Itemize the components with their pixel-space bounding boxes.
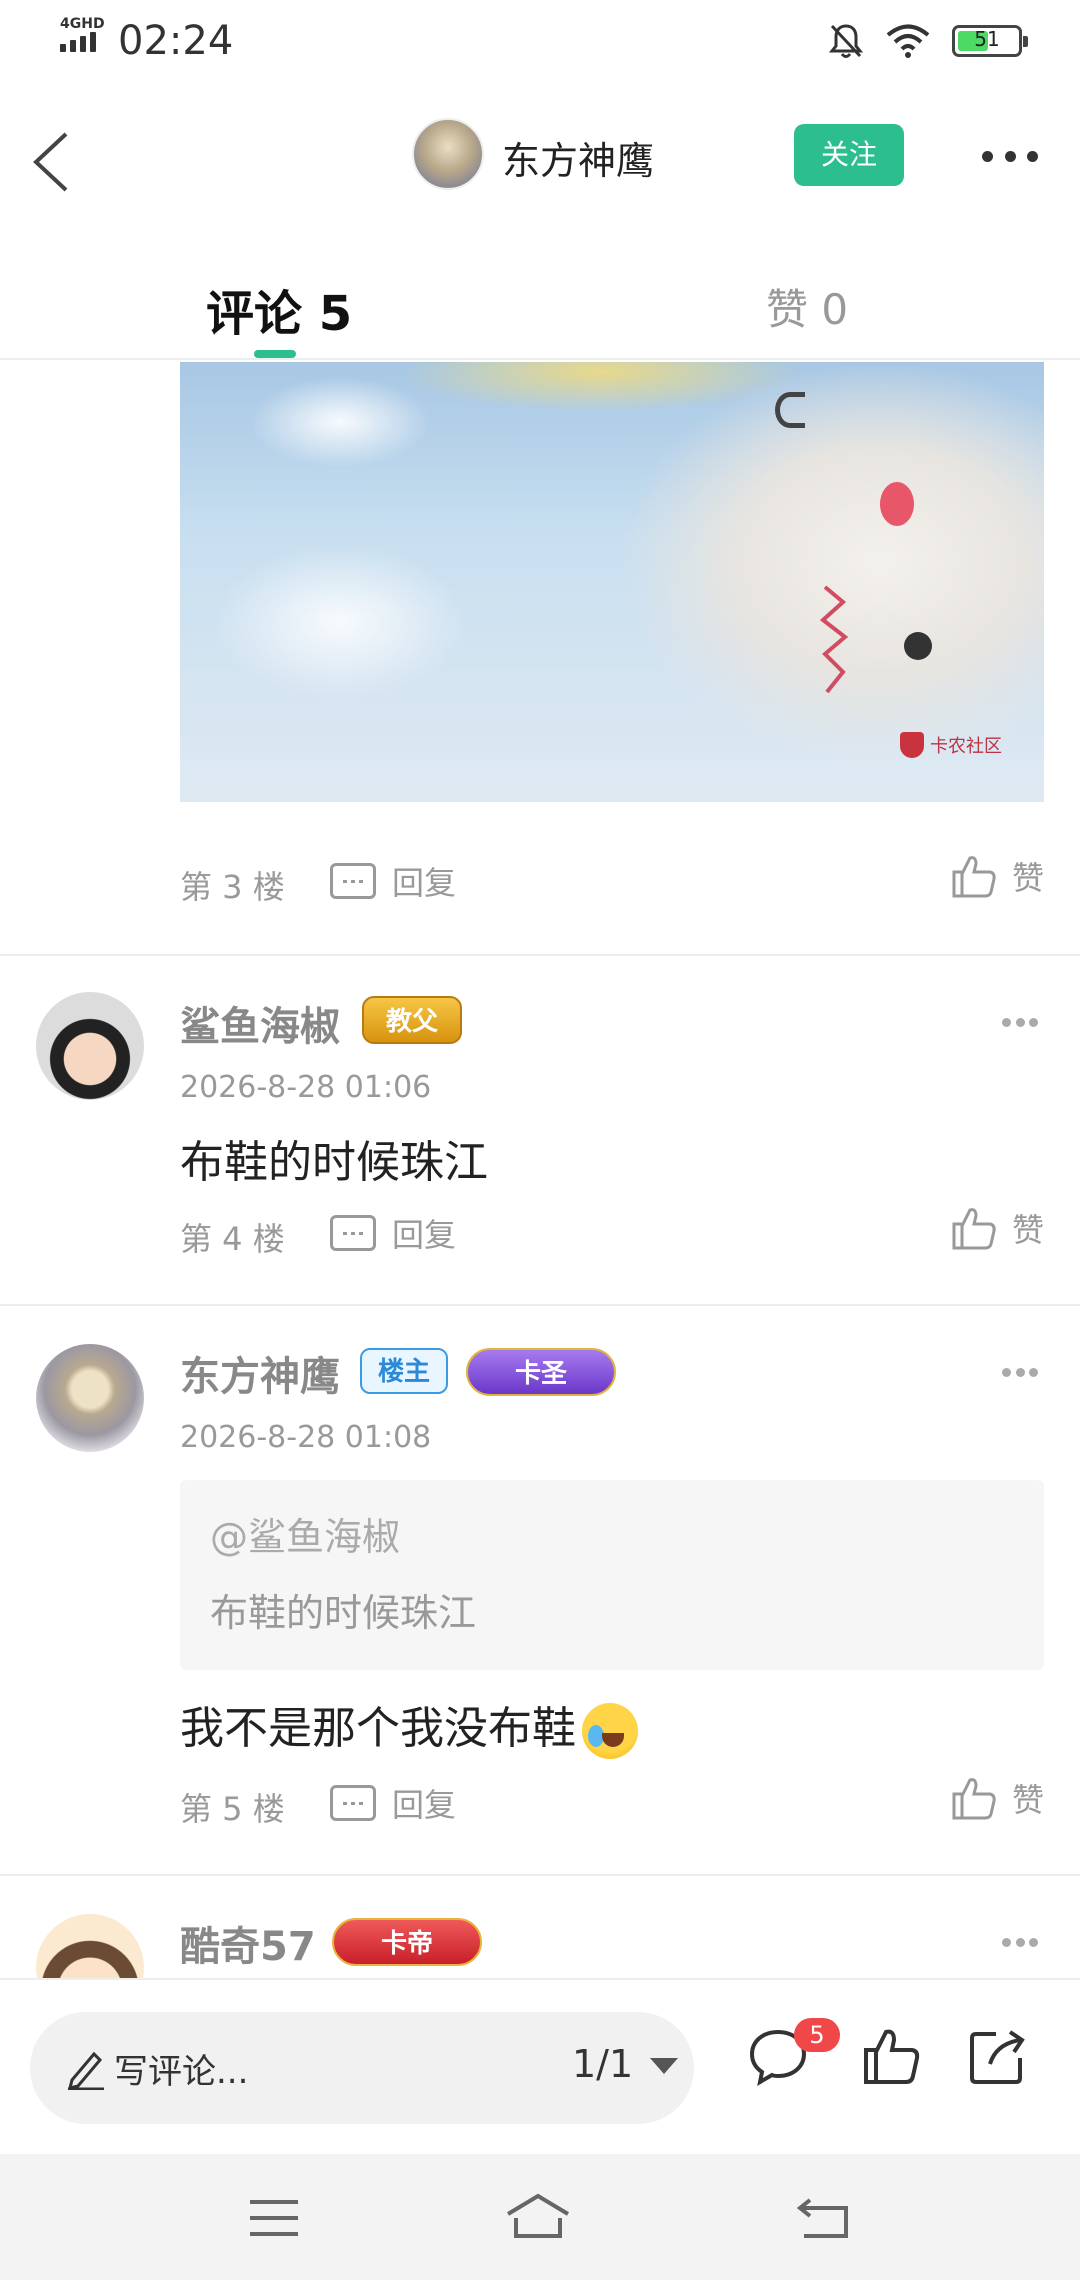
more-icon[interactable]	[982, 146, 1038, 166]
comment-text-row: 我不是那个我没布鞋	[180, 1692, 638, 1759]
avatar[interactable]	[36, 1344, 144, 1452]
comment-feed: 卡农社区 第 3 楼 回复 赞 鲨鱼海椒 教父 2026-8-28 01:06 …	[0, 362, 1080, 1978]
status-icons: 51	[828, 22, 1028, 60]
input-placeholder: 写评论...	[114, 2052, 249, 2092]
mute-icon	[828, 24, 864, 58]
divider	[0, 1304, 1080, 1306]
like-button[interactable]: 赞	[950, 852, 1044, 900]
thumbs-up-icon[interactable]	[860, 2024, 924, 2088]
share-icon[interactable]	[966, 2024, 1030, 2088]
watermark-logo-icon	[900, 732, 924, 758]
comment-image[interactable]: 卡农社区	[180, 362, 1044, 802]
avatar[interactable]	[36, 1914, 144, 1978]
reply-icon	[330, 1785, 376, 1821]
crying-laughing-emoji-icon	[582, 1703, 638, 1759]
chevron-down-icon[interactable]	[650, 2058, 678, 2074]
divider	[0, 1874, 1080, 1876]
battery-icon: 51	[952, 25, 1028, 57]
comment-input[interactable]: 写评论... 1/1	[30, 2012, 694, 2124]
reply-button[interactable]: 回复	[330, 1780, 456, 1826]
reply-button[interactable]: 回复	[330, 858, 456, 904]
like-button[interactable]: 赞	[950, 1204, 1044, 1252]
menu-icon[interactable]	[244, 2190, 304, 2246]
wifi-icon	[886, 24, 930, 58]
rank-badge: 卡帝	[332, 1918, 482, 1966]
rank-badge: 教父	[362, 996, 462, 1044]
back-icon[interactable]	[26, 122, 86, 202]
more-icon[interactable]	[1002, 1018, 1038, 1030]
more-icon[interactable]	[1002, 1368, 1038, 1380]
action-row: 第 5 楼 回复 赞	[180, 1774, 1044, 1834]
quote-box: @鲨鱼海椒 布鞋的时候珠江	[180, 1480, 1044, 1670]
tab-likes[interactable]: 赞 0	[766, 276, 848, 337]
like-button[interactable]: 赞	[950, 1774, 1044, 1822]
watermark: 卡农社区	[900, 732, 1002, 758]
like-icon	[952, 856, 996, 898]
comment-text: 布鞋的时候珠江	[180, 1137, 488, 1188]
action-row: 第 4 楼 回复 赞	[180, 1204, 1044, 1264]
status-time: 02:24	[118, 18, 234, 64]
reply-icon	[330, 1215, 376, 1251]
home-icon[interactable]	[502, 2190, 574, 2246]
comment-author[interactable]: 鲨鱼海椒	[180, 994, 340, 1052]
reply-icon	[330, 863, 376, 899]
battery-level: 51	[974, 27, 1000, 51]
comment-date: 2026-8-28 01:06	[180, 1070, 432, 1105]
like-icon	[952, 1208, 996, 1250]
network-type: 4GHD	[60, 16, 105, 32]
bottom-bar: 写评论... 1/1 5	[0, 1978, 1080, 2154]
tab-comments[interactable]: 评论 5	[206, 274, 352, 344]
like-icon	[952, 1778, 996, 1820]
page-title[interactable]: 东方神鹰	[502, 130, 654, 185]
back-nav-icon[interactable]	[794, 2190, 854, 2246]
comment-author[interactable]: 东方神鹰	[180, 1344, 340, 1402]
floor-label: 第 4 楼	[180, 1220, 285, 1258]
signal-icon	[60, 32, 96, 52]
comment-text: 我不是那个我没布鞋	[180, 1703, 576, 1754]
comment-count-badge: 5	[794, 2018, 840, 2052]
action-row: 第 3 楼 回复 赞	[180, 852, 1044, 912]
pencil-icon	[67, 2051, 104, 2090]
tab-bar: 评论 5 赞 0	[0, 236, 1080, 360]
rank-badge: 卡圣	[466, 1348, 616, 1396]
author-tag: 楼主	[360, 1348, 448, 1394]
more-icon[interactable]	[1002, 1938, 1038, 1950]
system-nav-bar	[0, 2154, 1080, 2280]
comment-date: 2026-8-28 01:08	[180, 1420, 432, 1455]
floor-label: 第 5 楼	[180, 1790, 285, 1828]
comment-author[interactable]: 酷奇57	[180, 1914, 316, 1972]
tab-indicator	[254, 350, 296, 358]
floor-label: 第 3 楼	[180, 868, 285, 906]
quote-user[interactable]: @鲨鱼海椒	[210, 1506, 400, 1561]
page-counter[interactable]: 1/1	[572, 2042, 633, 2086]
divider	[0, 954, 1080, 956]
quote-text: 布鞋的时候珠江	[210, 1591, 477, 1635]
reply-button[interactable]: 回复	[330, 1210, 456, 1256]
follow-button[interactable]: 关注	[794, 124, 904, 186]
nav-header: 东方神鹰 关注	[0, 86, 1080, 226]
avatar[interactable]	[36, 992, 144, 1100]
status-bar: 4GHD 02:24 51	[0, 0, 1080, 86]
author-avatar[interactable]	[412, 118, 484, 190]
